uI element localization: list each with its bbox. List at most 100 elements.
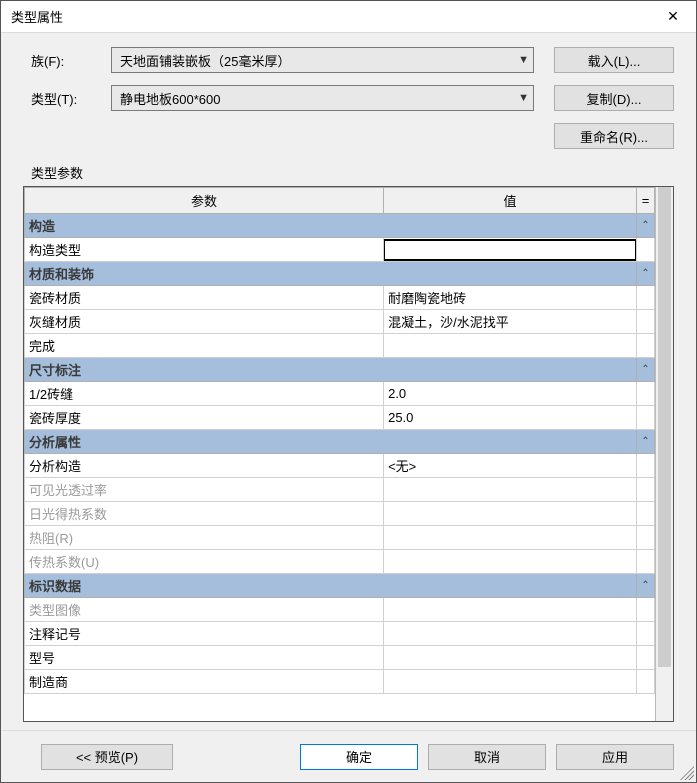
bottom-bar: << 预览(P) 确定 取消 应用 bbox=[1, 730, 696, 782]
eq-cell[interactable] bbox=[637, 454, 655, 478]
top-area: 族(F): 天地面铺装嵌板（25毫米厚） ▼ 载入(L)... 类型(T): 静… bbox=[1, 33, 696, 163]
eq-cell[interactable] bbox=[637, 598, 655, 622]
apply-button[interactable]: 应用 bbox=[556, 744, 674, 770]
param-value-cell[interactable] bbox=[384, 550, 637, 574]
param-name-cell: 瓷砖厚度 bbox=[25, 406, 384, 430]
eq-cell[interactable] bbox=[637, 550, 655, 574]
collapse-icon[interactable]: ⌃ bbox=[637, 358, 655, 382]
ok-button[interactable]: 确定 bbox=[300, 744, 418, 770]
titlebar: 类型属性 ✕ bbox=[1, 1, 696, 33]
eq-cell[interactable] bbox=[637, 406, 655, 430]
param-name-cell: 灰缝材质 bbox=[25, 310, 384, 334]
eq-cell[interactable] bbox=[637, 502, 655, 526]
eq-cell[interactable] bbox=[637, 622, 655, 646]
param-value-cell[interactable] bbox=[384, 334, 637, 358]
table-row[interactable]: 注释记号 bbox=[25, 622, 655, 646]
eq-cell[interactable] bbox=[637, 670, 655, 694]
param-value-cell[interactable] bbox=[384, 598, 637, 622]
type-combobox[interactable]: 静电地板600*600 ▼ bbox=[111, 85, 534, 111]
eq-cell[interactable] bbox=[637, 382, 655, 406]
param-name-cell: 完成 bbox=[25, 334, 384, 358]
section-title: 材质和装饰 bbox=[25, 262, 637, 286]
param-value-cell[interactable] bbox=[384, 670, 637, 694]
param-value-cell[interactable] bbox=[384, 238, 637, 262]
table-row[interactable]: 分析构造<无> bbox=[25, 454, 655, 478]
table-row[interactable]: 瓷砖厚度25.0 bbox=[25, 406, 655, 430]
param-name-cell: 型号 bbox=[25, 646, 384, 670]
param-value-cell[interactable] bbox=[384, 502, 637, 526]
cancel-button[interactable]: 取消 bbox=[428, 744, 546, 770]
param-value-cell[interactable]: 耐磨陶瓷地砖 bbox=[384, 286, 637, 310]
section-header[interactable]: 材质和装饰⌃ bbox=[25, 262, 655, 286]
section-header[interactable]: 尺寸标注⌃ bbox=[25, 358, 655, 382]
eq-cell[interactable] bbox=[637, 286, 655, 310]
table-row[interactable]: 制造商 bbox=[25, 670, 655, 694]
preview-button[interactable]: << 预览(P) bbox=[41, 744, 173, 770]
collapse-icon[interactable]: ⌃ bbox=[637, 262, 655, 286]
load-button[interactable]: 载入(L)... bbox=[554, 47, 674, 73]
param-value-cell[interactable]: 2.0 bbox=[384, 382, 637, 406]
param-value-cell[interactable] bbox=[384, 622, 637, 646]
param-name-cell: 分析构造 bbox=[25, 454, 384, 478]
param-name-cell: 日光得热系数 bbox=[25, 502, 384, 526]
table-row[interactable]: 可见光透过率 bbox=[25, 478, 655, 502]
dialog-title: 类型属性 bbox=[11, 7, 63, 26]
table-row[interactable]: 型号 bbox=[25, 646, 655, 670]
header-value[interactable]: 值 bbox=[384, 188, 637, 214]
close-icon: ✕ bbox=[667, 8, 679, 25]
param-name-cell: 瓷砖材质 bbox=[25, 286, 384, 310]
params-table: 参数 值 = 构造⌃构造类型材质和装饰⌃瓷砖材质耐磨陶瓷地砖灰缝材质混凝土，沙/… bbox=[24, 187, 655, 694]
param-name-cell: 制造商 bbox=[25, 670, 384, 694]
type-label: 类型(T): bbox=[31, 89, 111, 108]
duplicate-button[interactable]: 复制(D)... bbox=[554, 85, 674, 111]
table-row[interactable]: 瓷砖材质耐磨陶瓷地砖 bbox=[25, 286, 655, 310]
param-value-cell[interactable] bbox=[384, 646, 637, 670]
table-row[interactable]: 构造类型 bbox=[25, 238, 655, 262]
param-name-cell: 可见光透过率 bbox=[25, 478, 384, 502]
section-header[interactable]: 分析属性⌃ bbox=[25, 430, 655, 454]
param-name-cell: 注释记号 bbox=[25, 622, 384, 646]
param-value-cell[interactable] bbox=[384, 526, 637, 550]
params-table-wrap: 参数 值 = 构造⌃构造类型材质和装饰⌃瓷砖材质耐磨陶瓷地砖灰缝材质混凝土，沙/… bbox=[23, 186, 674, 722]
value-edit-box[interactable] bbox=[383, 239, 637, 261]
param-name-cell: 类型图像 bbox=[25, 598, 384, 622]
eq-cell[interactable] bbox=[637, 526, 655, 550]
type-properties-dialog: 类型属性 ✕ 族(F): 天地面铺装嵌板（25毫米厚） ▼ 载入(L)... 类… bbox=[0, 0, 697, 783]
table-row[interactable]: 1/2砖缝2.0 bbox=[25, 382, 655, 406]
eq-cell[interactable] bbox=[637, 478, 655, 502]
type-params-label: 类型参数 bbox=[1, 163, 696, 186]
eq-cell[interactable] bbox=[637, 646, 655, 670]
eq-cell[interactable] bbox=[637, 310, 655, 334]
scrollbar-thumb[interactable] bbox=[658, 187, 671, 667]
param-value-cell[interactable]: 混凝土，沙/水泥找平 bbox=[384, 310, 637, 334]
vertical-scrollbar[interactable] bbox=[655, 187, 673, 721]
table-row[interactable]: 传热系数(U) bbox=[25, 550, 655, 574]
eq-cell[interactable] bbox=[637, 334, 655, 358]
section-header[interactable]: 构造⌃ bbox=[25, 214, 655, 238]
header-eq[interactable]: = bbox=[637, 188, 655, 214]
table-row[interactable]: 日光得热系数 bbox=[25, 502, 655, 526]
section-header[interactable]: 标识数据⌃ bbox=[25, 574, 655, 598]
chevron-down-icon: ▼ bbox=[518, 54, 529, 66]
table-row[interactable]: 完成 bbox=[25, 334, 655, 358]
table-row[interactable]: 热阻(R) bbox=[25, 526, 655, 550]
param-value-cell[interactable]: 25.0 bbox=[384, 406, 637, 430]
type-value: 静电地板600*600 bbox=[120, 89, 220, 108]
header-param[interactable]: 参数 bbox=[25, 188, 384, 214]
param-value-cell[interactable]: <无> bbox=[384, 454, 637, 478]
eq-cell[interactable] bbox=[637, 238, 655, 262]
resize-grip[interactable] bbox=[680, 766, 694, 780]
collapse-icon[interactable]: ⌃ bbox=[637, 430, 655, 454]
section-title: 尺寸标注 bbox=[25, 358, 637, 382]
rename-button[interactable]: 重命名(R)... bbox=[554, 123, 674, 149]
table-row[interactable]: 灰缝材质混凝土，沙/水泥找平 bbox=[25, 310, 655, 334]
family-combobox[interactable]: 天地面铺装嵌板（25毫米厚） ▼ bbox=[111, 47, 534, 73]
param-name-cell: 热阻(R) bbox=[25, 526, 384, 550]
collapse-icon[interactable]: ⌃ bbox=[637, 214, 655, 238]
collapse-icon[interactable]: ⌃ bbox=[637, 574, 655, 598]
family-label: 族(F): bbox=[31, 51, 111, 70]
param-value-cell[interactable] bbox=[384, 478, 637, 502]
param-name-cell: 传热系数(U) bbox=[25, 550, 384, 574]
table-row[interactable]: 类型图像 bbox=[25, 598, 655, 622]
close-button[interactable]: ✕ bbox=[650, 1, 696, 33]
